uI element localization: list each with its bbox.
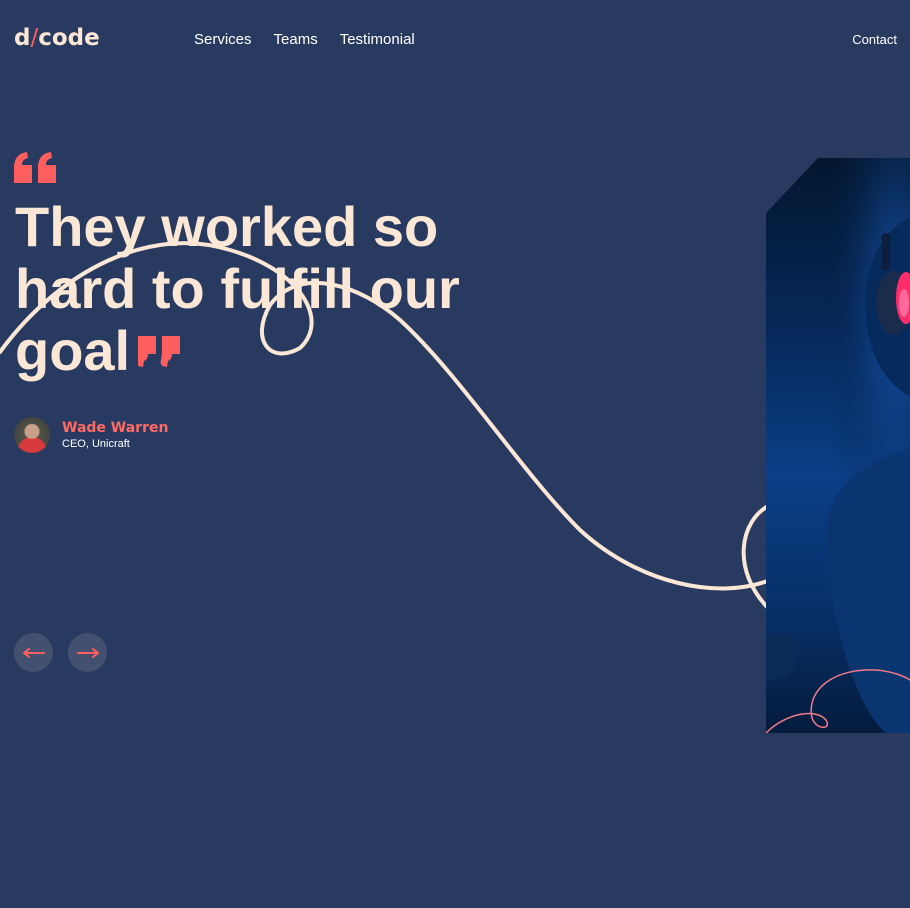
next-button[interactable] [68,633,107,672]
logo-code: code [38,25,100,51]
arrow-right-icon [76,647,99,658]
quote-open-icon [14,152,56,183]
testimonial-author: Wade Warren CEO, Unicraft [14,417,168,453]
nav-testimonial[interactable]: Testimonial [340,31,415,48]
arrow-left-icon [22,647,45,658]
nav-teams[interactable]: Teams [274,31,318,48]
prev-button[interactable] [14,633,53,672]
photo-scene [766,158,910,733]
author-role: CEO, Unicraft [62,438,130,450]
author-name: Wade Warren [62,420,169,436]
testimonial-photo [766,158,910,733]
testimonial-quote: They worked so hard to fulfill our goal [15,196,485,382]
main-nav: Services Teams Testimonial [194,31,415,48]
contact-link[interactable]: Contact [852,32,897,48]
logo[interactable]: d/code [14,24,100,52]
avatar [14,417,50,453]
logo-d: d [14,25,31,51]
testimonial-quote-text: They worked so hard to fulfill our goal [15,195,460,382]
quote-close-icon [138,335,181,367]
nav-services[interactable]: Services [194,31,252,48]
